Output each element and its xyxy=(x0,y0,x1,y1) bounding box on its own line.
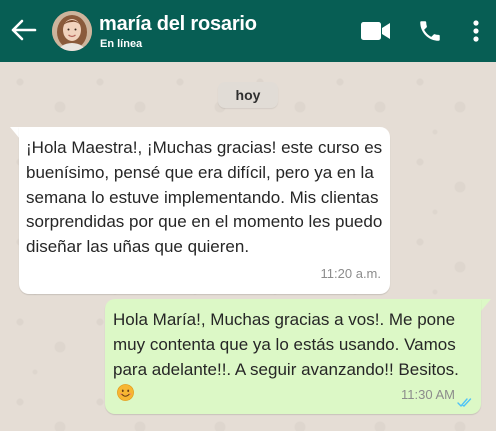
back-arrow-icon[interactable] xyxy=(9,16,37,44)
video-call-icon[interactable] xyxy=(360,19,392,43)
date-chip: hoy xyxy=(218,82,278,108)
phone-icon[interactable] xyxy=(417,18,443,44)
avatar[interactable] xyxy=(52,11,92,51)
incoming-message[interactable]: ¡Hola Maestra!, ¡Muchas gracias! este cu… xyxy=(19,127,390,294)
contact-name[interactable]: maría del rosario xyxy=(99,13,257,36)
double-check-read-icon xyxy=(457,398,472,408)
message-time: 11:30 AM xyxy=(401,387,455,403)
message-time: 11:20 a.m. xyxy=(320,266,381,282)
outgoing-bubble-tail xyxy=(481,299,491,311)
message-text: ¡Hola Maestra!, ¡Muchas gracias! este cu… xyxy=(26,138,383,257)
contact-status: En línea xyxy=(100,38,143,50)
chat-header: maría del rosario En línea xyxy=(0,0,496,62)
message-text: Hola María!, Muchas gracias a vos!. Me p… xyxy=(113,310,459,379)
outgoing-message[interactable]: Hola María!, Muchas gracias a vos!. Me p… xyxy=(105,299,481,414)
more-vert-icon[interactable] xyxy=(469,18,483,44)
smiling-face-emoji-icon xyxy=(117,384,134,402)
